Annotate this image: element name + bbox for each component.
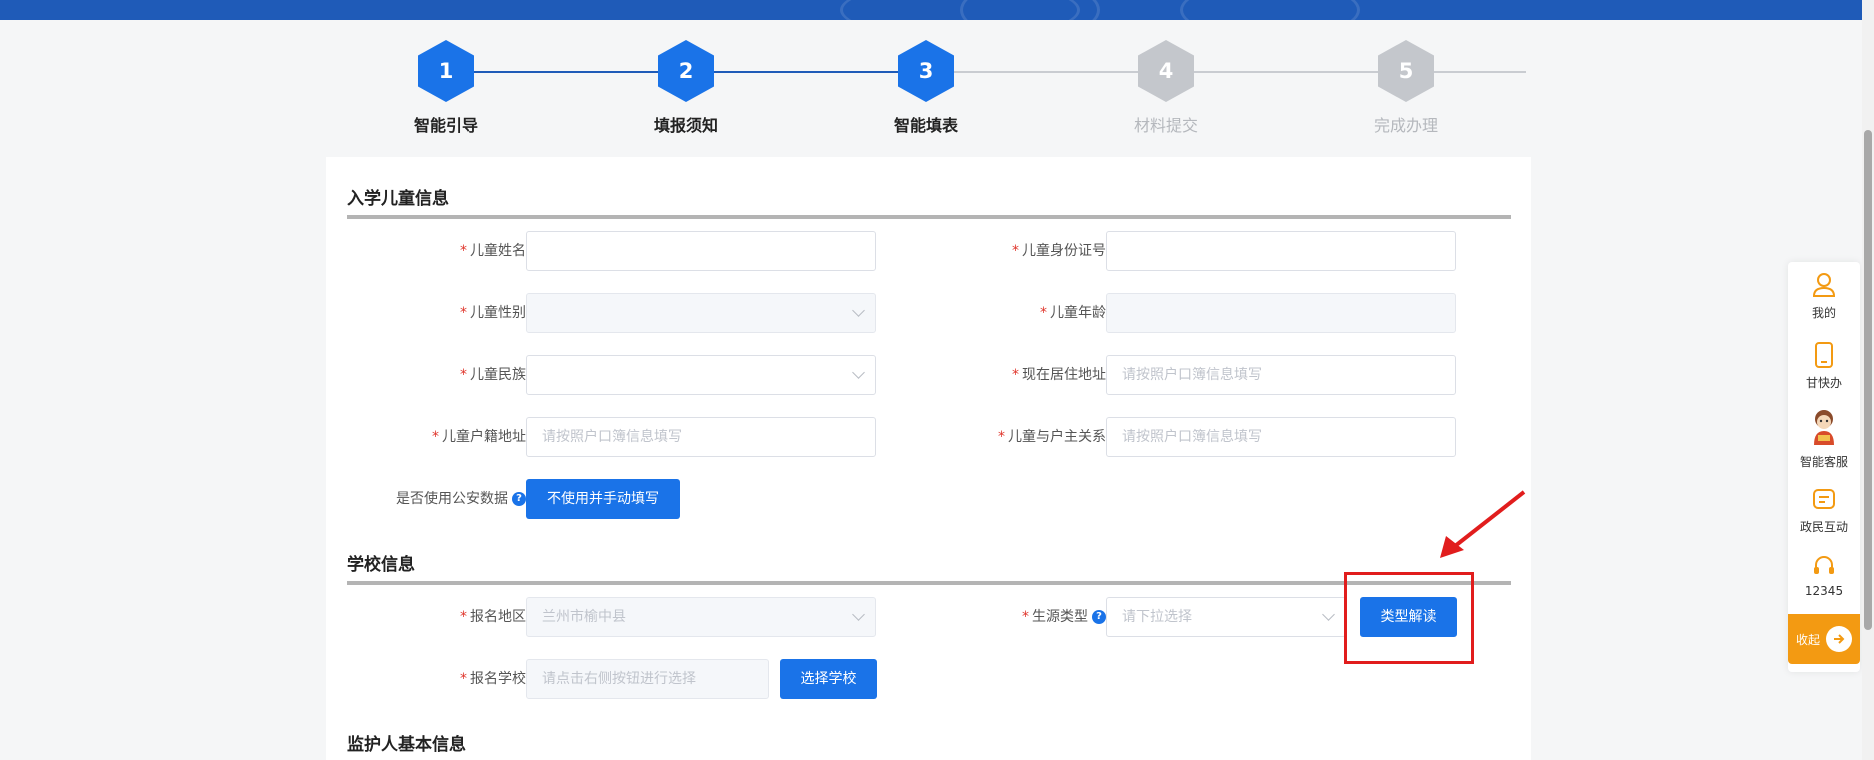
- arrow-right-icon: [1826, 626, 1852, 652]
- manual-fill-button[interactable]: 不使用并手动填写: [526, 479, 680, 519]
- step-3: 3 智能填表: [866, 40, 986, 136]
- form-card: 入学儿童信息 * 儿童姓名 * 儿童身份证号 * 儿童性别 * 儿童年龄 * 儿童民族 *…: [326, 157, 1531, 760]
- float-label-collapse: 收起: [1795, 632, 1820, 647]
- annotation-arrow-icon: [1440, 490, 1526, 558]
- chevron-down-icon: [852, 366, 865, 379]
- step-5-label: 完成办理: [1373, 116, 1438, 135]
- child-gender-label: * 儿童性别: [460, 305, 526, 321]
- float-item-smart-service[interactable]: 智能客服: [1788, 407, 1860, 470]
- child-section-title: 入学儿童信息: [347, 189, 449, 209]
- message-icon: [1813, 489, 1835, 509]
- step-2-label: 填报须知: [653, 116, 718, 135]
- progress-steps: 1 智能引导 2 填报须知 3 智能填表 4 材料提交 5 完成办理: [326, 40, 1526, 140]
- annotation-highlight-box: [1344, 572, 1474, 664]
- child-ethnicity-label: * 儿童民族: [460, 367, 526, 383]
- chevron-down-icon: [1322, 608, 1335, 621]
- child-id-input[interactable]: [1106, 231, 1456, 271]
- step-4-badge: 4: [1138, 40, 1194, 102]
- float-label-mine: 我的: [1811, 306, 1836, 320]
- float-label-hotline: 12345: [1804, 584, 1844, 598]
- hukou-address-label: * 儿童户籍地址: [432, 429, 526, 445]
- step-1-label: 智能引导: [413, 116, 478, 135]
- child-id-label: * 儿童身份证号: [1012, 243, 1106, 259]
- school-section-title: 学校信息: [347, 555, 415, 575]
- floating-toolbar: 我的 甘快办 智能客服 政民互动 12345 收起: [1788, 262, 1860, 672]
- chevron-down-icon: [852, 304, 865, 317]
- float-label-interaction: 政民互动: [1799, 520, 1848, 534]
- banner-decoration: [960, 0, 1100, 20]
- child-gender-select[interactable]: [526, 293, 876, 333]
- scrollbar-thumb[interactable]: [1864, 130, 1872, 630]
- float-label-smart-service: 智能客服: [1799, 455, 1848, 469]
- child-name-input[interactable]: [526, 231, 876, 271]
- step-3-badge: 3: [898, 40, 954, 102]
- section-divider: [347, 581, 1511, 585]
- police-data-label: 是否使用公安数据?: [326, 479, 526, 519]
- step-3-label: 智能填表: [893, 116, 958, 135]
- step-5: 5 完成办理: [1346, 40, 1466, 136]
- section-divider: [347, 215, 1511, 219]
- page-scrollbar[interactable]: [1862, 0, 1874, 760]
- chevron-down-icon: [852, 608, 865, 621]
- headset-icon: [1814, 556, 1834, 574]
- step-1-badge: 1: [418, 40, 474, 102]
- householder-relation-label: * 儿童与户主关系: [998, 429, 1106, 445]
- banner-decoration: [1180, 0, 1360, 20]
- region-select[interactable]: 兰州市榆中县: [526, 597, 876, 637]
- float-item-gankuaiban[interactable]: 甘快办: [1788, 342, 1860, 391]
- householder-relation-input[interactable]: 请按照户口簿信息填写: [1106, 417, 1456, 457]
- step-4: 4 材料提交: [1106, 40, 1226, 136]
- school-input: 请点击右侧按钮进行选择: [526, 659, 769, 699]
- float-item-hotline[interactable]: 12345: [1788, 554, 1860, 598]
- help-icon[interactable]: ?: [1092, 610, 1106, 624]
- child-name-label: * 儿童姓名: [460, 243, 526, 259]
- current-address-label: * 现在居住地址: [1012, 367, 1106, 383]
- step-5-badge: 5: [1378, 40, 1434, 102]
- phone-icon: [1815, 342, 1833, 368]
- user-icon: [1812, 273, 1836, 297]
- source-type-select[interactable]: 请下拉选择: [1106, 597, 1346, 637]
- source-type-label: * 生源类型?: [906, 597, 1106, 637]
- step-2: 2 填报须知: [626, 40, 746, 136]
- float-label-gankuaiban: 甘快办: [1805, 376, 1842, 390]
- hukou-address-input[interactable]: 请按照户口簿信息填写: [526, 417, 876, 457]
- guardian-section-title: 监护人基本信息: [347, 735, 466, 755]
- step-1: 1 智能引导: [386, 40, 506, 136]
- child-age-input: [1106, 293, 1456, 333]
- mascot-icon: [1814, 410, 1834, 445]
- float-item-interaction[interactable]: 政民互动: [1788, 488, 1860, 535]
- step-2-badge: 2: [658, 40, 714, 102]
- choose-school-button[interactable]: 选择学校: [780, 659, 877, 699]
- float-item-mine[interactable]: 我的: [1788, 272, 1860, 321]
- child-age-label: * 儿童年龄: [1040, 305, 1106, 321]
- current-address-input[interactable]: 请按照户口簿信息填写: [1106, 355, 1456, 395]
- step-4-label: 材料提交: [1133, 116, 1198, 135]
- float-collapse-button[interactable]: 收起: [1788, 614, 1860, 664]
- help-icon[interactable]: ?: [512, 492, 526, 506]
- region-label: * 报名地区: [460, 609, 526, 625]
- school-label: * 报名学校: [460, 671, 526, 687]
- top-banner: [0, 0, 1874, 20]
- child-ethnicity-select[interactable]: [526, 355, 876, 395]
